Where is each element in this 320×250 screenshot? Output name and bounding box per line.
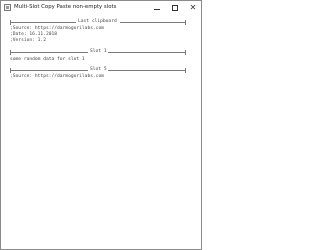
separator-line [108,52,186,53]
maximize-button[interactable] [168,1,182,15]
minimize-button[interactable] [150,1,164,15]
separator-line [10,22,76,23]
maximize-icon [172,5,178,11]
separator-tick [185,20,186,25]
app-window: Multi-Slot Copy Paste non-empty slots ✕ … [0,0,202,250]
minimize-icon [154,8,160,10]
separator-line [10,52,88,53]
section-header-slot-1: Slot 1 [10,49,186,55]
separator-tick [185,68,186,73]
text-line: some random data for slot 1 [10,57,85,62]
close-icon: ✕ [189,3,197,12]
app-icon [4,4,11,11]
separator-line [10,70,88,71]
section-header-label: Slot 5 [90,67,107,72]
slots-text-area[interactable]: Last clipboard ;Source: https://darmogor… [2,15,201,249]
separator-tick [185,50,186,55]
separator-line [108,70,186,71]
section-header-last-clipboard: Last clipboard [10,19,186,25]
section-header-slot-5: Slot 5 [10,67,186,73]
title-bar[interactable]: Multi-Slot Copy Paste non-empty slots ✕ [1,1,201,15]
window-title: Multi-Slot Copy Paste non-empty slots [14,4,117,10]
text-line: ;Source: https://darmogorilabs.com [10,74,105,79]
close-button[interactable]: ✕ [186,1,200,15]
section-header-label: Last clipboard [78,19,117,24]
separator-line [120,22,186,23]
section-header-label: Slot 1 [90,49,107,54]
text-line: ;Version: 1.2 [10,38,46,43]
